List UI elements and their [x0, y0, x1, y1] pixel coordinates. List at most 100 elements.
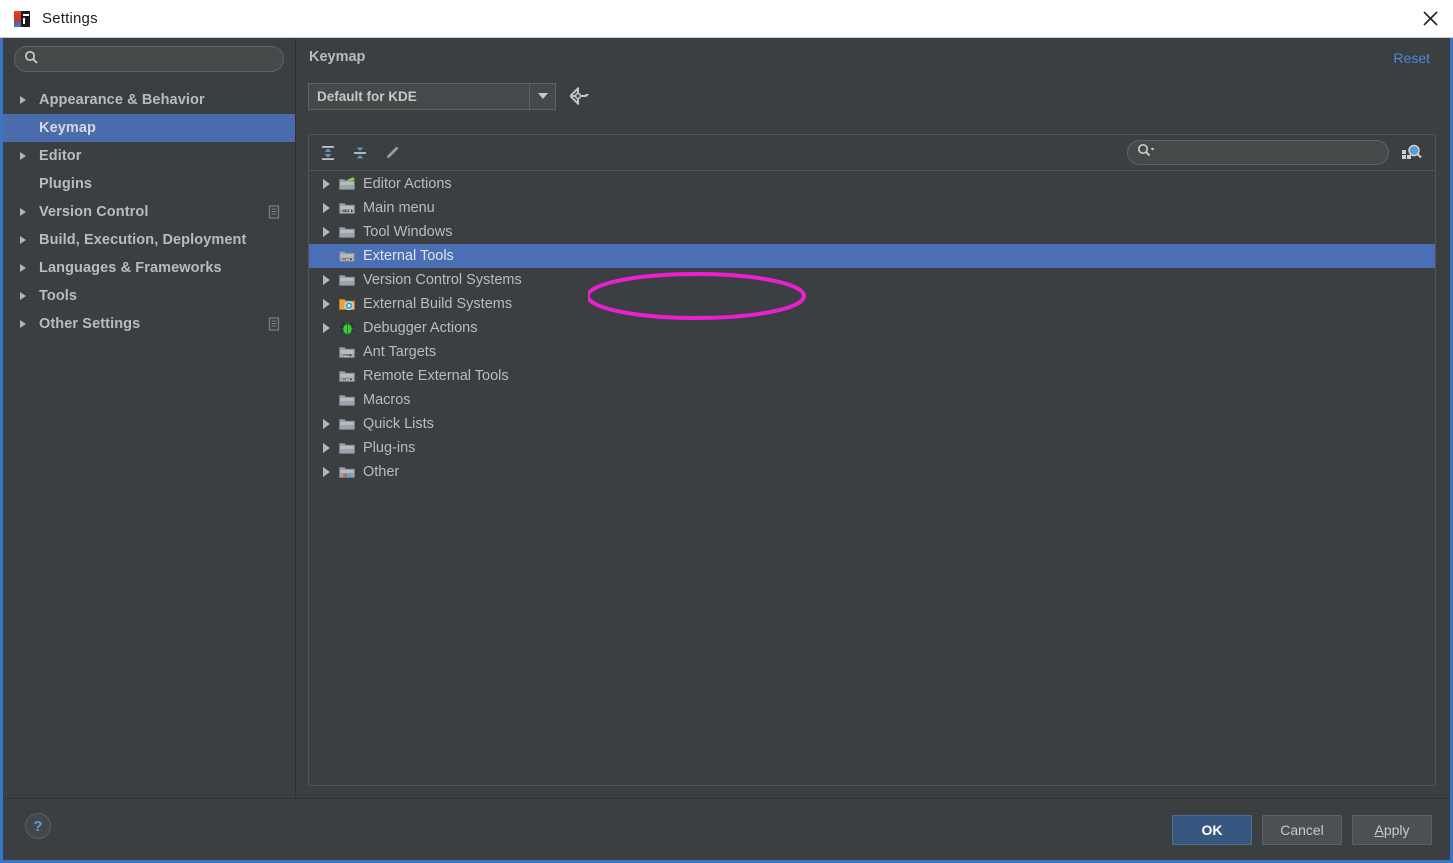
folder-icon — [339, 392, 355, 408]
debugger-bug-icon — [339, 320, 355, 336]
sidebar-item-appearance-behavior[interactable]: Appearance & Behavior — [3, 86, 295, 114]
sidebar-item-label: Languages & Frameworks — [39, 260, 222, 276]
copy-settings-badge-icon — [268, 205, 281, 219]
search-input[interactable] — [38, 51, 283, 67]
ok-button[interactable]: OK — [1172, 815, 1252, 845]
chevron-right-icon[interactable] — [319, 443, 333, 453]
tree-row[interactable]: Debugger Actions — [309, 316, 1435, 340]
chevron-right-icon[interactable] — [319, 299, 333, 309]
chevron-right-icon[interactable] — [17, 236, 29, 244]
tree-row-label: External Tools — [363, 248, 454, 264]
sidebar-item-label: Plugins — [39, 176, 93, 192]
keymap-dropdown[interactable]: Default for KDE — [308, 82, 556, 110]
chevron-right-icon[interactable] — [319, 323, 333, 333]
tree-row[interactable]: Version Control Systems — [309, 268, 1435, 292]
tree-row[interactable]: Tool Windows — [309, 220, 1435, 244]
chevron-down-icon[interactable] — [529, 83, 555, 109]
sidebar-item-keymap[interactable]: Keymap — [3, 114, 295, 142]
tree-row[interactable]: Macros — [309, 388, 1435, 412]
sidebar-item-version-control[interactable]: Version Control — [3, 198, 295, 226]
settings-window: Settings Appearance & Behavior Keymap Edit… — [0, 0, 1453, 863]
tree-row-label: Main menu — [363, 200, 435, 216]
apply-mnemonic: A — [1374, 822, 1384, 838]
title-bar: Settings — [0, 0, 1453, 38]
keymap-search-box[interactable] — [1127, 140, 1389, 165]
tree-row-label: Other — [363, 464, 400, 480]
sidebar-item-label: Appearance & Behavior — [39, 92, 205, 108]
sidebar-item-plugins[interactable]: Plugins — [3, 170, 295, 198]
chevron-right-icon[interactable] — [319, 227, 333, 237]
tree-row[interactable]: Remote External Tools — [309, 364, 1435, 388]
tree-row-label: Plug-ins — [363, 440, 416, 456]
svg-text:ant: ant — [344, 354, 350, 358]
tree-row-label: Macros — [363, 392, 411, 408]
chevron-right-icon[interactable] — [319, 203, 333, 213]
gear-icon[interactable] — [570, 85, 594, 107]
reset-link[interactable]: Reset — [1393, 50, 1430, 66]
ant-targets-icon: ant — [339, 344, 355, 360]
tree-row[interactable]: Other — [309, 460, 1435, 484]
sidebar-item-editor[interactable]: Editor — [3, 142, 295, 170]
chevron-right-icon[interactable] — [17, 292, 29, 300]
chevron-right-icon[interactable] — [319, 419, 333, 429]
tree-row-label: External Build Systems — [363, 296, 513, 312]
sidebar-search-box[interactable] — [14, 46, 284, 72]
folder-icon — [339, 272, 355, 288]
tree-row[interactable]: Editor Actions — [309, 172, 1435, 196]
tree-row[interactable]: Main menu — [309, 196, 1435, 220]
chevron-right-icon[interactable] — [319, 275, 333, 285]
intellij-idea-icon — [14, 10, 30, 27]
remote-external-tools-icon — [339, 368, 355, 384]
chevron-right-icon[interactable] — [17, 208, 29, 216]
sidebar-item-other-settings[interactable]: Other Settings — [3, 310, 295, 338]
dialog-footer: ? OK Cancel Apply — [3, 798, 1450, 860]
page-title: Keymap — [309, 49, 366, 65]
collapse-all-icon[interactable] — [347, 140, 373, 166]
keymap-search-input[interactable] — [1156, 145, 1388, 160]
sidebar-list: Appearance & Behavior Keymap Editor Plugins… — [3, 86, 295, 338]
chevron-right-icon[interactable] — [17, 320, 29, 328]
search-dropdown-icon — [1137, 143, 1156, 162]
find-by-shortcut-icon[interactable] — [1399, 140, 1425, 166]
build-systems-icon — [339, 296, 355, 312]
sidebar-item-label: Other Settings — [39, 316, 141, 332]
copy-settings-badge-icon — [268, 317, 281, 331]
sidebar-item-label: Version Control — [39, 204, 149, 220]
keymap-tree-panel: Editor Actions Main menu Tool Windows Exter… — [308, 134, 1436, 786]
editor-actions-icon — [339, 176, 355, 192]
chevron-right-icon[interactable] — [17, 264, 29, 272]
help-button[interactable]: ? — [25, 813, 51, 839]
sidebar-item-languages-frameworks[interactable]: Languages & Frameworks — [3, 254, 295, 282]
tree-row-label: Version Control Systems — [363, 272, 522, 288]
chevron-right-icon[interactable] — [319, 467, 333, 477]
external-tools-icon — [339, 248, 355, 264]
keymap-panel: Keymap Reset Default for KDE Editor Acti… — [295, 38, 1450, 798]
tree-row-label: Remote External Tools — [363, 368, 509, 384]
panel-header: Keymap Reset — [296, 38, 1450, 76]
expand-all-icon[interactable] — [315, 140, 341, 166]
sidebar-item-label: Build, Execution, Deployment — [39, 232, 247, 248]
tree-row[interactable]: External Build Systems — [309, 292, 1435, 316]
window-title: Settings — [42, 10, 98, 27]
keymap-dropdown-value: Default for KDE — [317, 88, 417, 104]
close-icon[interactable] — [1407, 0, 1453, 37]
chevron-right-icon[interactable] — [17, 96, 29, 104]
cancel-button[interactable]: Cancel — [1262, 815, 1342, 845]
tree-toolbar — [309, 135, 1435, 171]
tree-row[interactable]: Quick Lists — [309, 412, 1435, 436]
tree-row[interactable]: Plug-ins — [309, 436, 1435, 460]
apply-button[interactable]: Apply — [1352, 815, 1432, 845]
tree-row-label: Quick Lists — [363, 416, 434, 432]
sidebar-search-container — [3, 38, 295, 72]
settings-sidebar: Appearance & Behavior Keymap Editor Plugins… — [3, 38, 295, 798]
sidebar-item-tools[interactable]: Tools — [3, 282, 295, 310]
tree-row[interactable]: ant Ant Targets — [309, 340, 1435, 364]
chevron-right-icon[interactable] — [17, 152, 29, 160]
pencil-edit-icon[interactable] — [379, 140, 405, 166]
chevron-right-icon[interactable] — [319, 179, 333, 189]
search-icon — [24, 50, 38, 69]
keymap-selector-row: Default for KDE — [296, 76, 1450, 116]
folder-icon — [339, 224, 355, 240]
sidebar-item-build-execution-deployment[interactable]: Build, Execution, Deployment — [3, 226, 295, 254]
tree-row[interactable]: External Tools — [309, 244, 1435, 268]
